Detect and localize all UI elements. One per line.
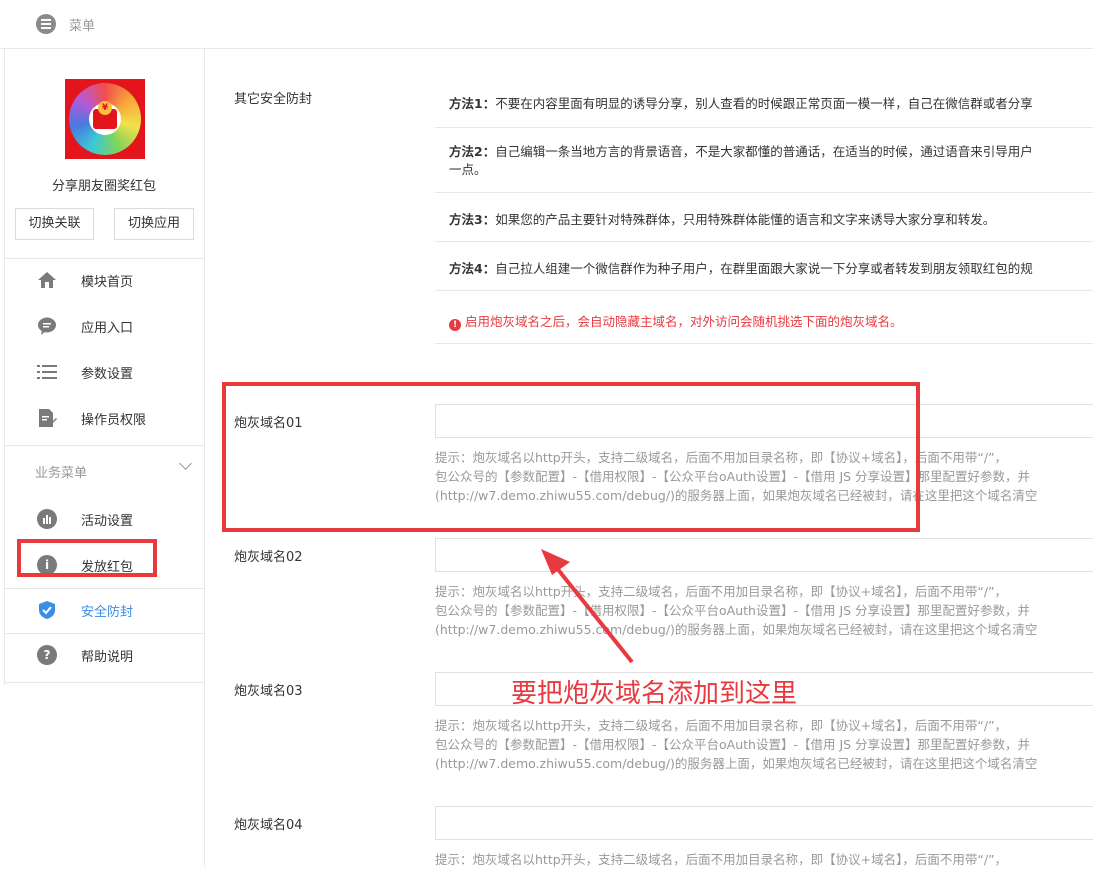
- chart-icon: [37, 509, 57, 529]
- menu-label[interactable]: 菜单: [69, 15, 95, 34]
- chat-icon: [37, 316, 57, 336]
- method-row: 方法1：不要在内容里面有明显的诱导分享，别人查看的时候跟正常页面一模一样，自己在…: [435, 77, 1093, 128]
- menu-icon[interactable]: [36, 14, 56, 34]
- warning-icon: !: [449, 319, 461, 331]
- sidebar-divider: [4, 258, 204, 259]
- switch-app-button[interactable]: 切换应用: [114, 208, 194, 240]
- sidebar-item-module-home[interactable]: 模块首页: [4, 263, 204, 297]
- sidebar-item-label: 操作员权限: [81, 413, 147, 428]
- sidebar-item-app-entry[interactable]: 应用入口: [4, 309, 204, 343]
- domain-02-input[interactable]: [435, 538, 1093, 572]
- shield-check-icon: [37, 600, 57, 620]
- sidebar-item-operator-permissions[interactable]: 操作员权限: [4, 401, 204, 435]
- sidebar-divider: [4, 633, 204, 634]
- sidebar-item-label: 参数设置: [81, 367, 134, 382]
- method-2-text: 方法2：自己编辑一条当地方言的背景语音，不是大家都懂的普通话，在适当的时候，通过…: [449, 144, 1033, 177]
- domain-04-hint: 提示：炮灰域名以http开头，支持二级域名，后面不用加目录名称，即【协议+域名】…: [435, 852, 1008, 867]
- sidebar-item-label: 模块首页: [81, 275, 134, 290]
- method-4-text: 方法4：自己拉人组建一个微信群作为种子用户，在群里面跟大家说一下分享或者转发到朋…: [449, 261, 1033, 276]
- sidebar-divider: [4, 588, 204, 589]
- annotation-text: 要把炮灰域名添加到这里: [511, 679, 798, 709]
- home-icon: [37, 270, 57, 290]
- warning-text: ! 启用炮灰域名之后，会自动隐藏主域名，对外访问会随机挑选下面的炮灰域名。: [449, 311, 903, 331]
- domain-03-label: 炮灰域名03: [234, 684, 303, 699]
- sidebar-item-params[interactable]: 参数设置: [4, 355, 204, 389]
- domain-04-input[interactable]: [435, 806, 1093, 840]
- app-name: 分享朋友圈奖红包: [51, 179, 156, 194]
- domain-02-label: 炮灰域名02: [234, 550, 303, 565]
- top-bar: 菜单: [0, 0, 1093, 49]
- sidebar-item-label: 应用入口: [81, 321, 134, 336]
- method-row: 方法4：自己拉人组建一个微信群作为种子用户，在群里面跟大家说一下分享或者转发到朋…: [435, 242, 1093, 291]
- sidebar-divider: [4, 682, 204, 683]
- sidebar-item-help[interactable]: ? 帮助说明: [4, 638, 204, 672]
- chevron-down-icon[interactable]: [179, 457, 192, 470]
- domain-04-label: 炮灰域名04: [234, 818, 303, 833]
- sidebar-item-label: 安全防封: [81, 605, 134, 620]
- business-menu-label[interactable]: 业务菜单: [35, 462, 87, 481]
- method-3-text: 方法3：如果您的产品主要针对特殊群体，只用特殊群体能懂的语言和文字来诱导大家分享…: [449, 212, 996, 227]
- method-1-text: 方法1：不要在内容里面有明显的诱导分享，别人查看的时候跟正常页面一模一样，自己在…: [449, 96, 1033, 111]
- warning-row: ! 启用炮灰域名之后，会自动隐藏主域名，对外访问会随机挑选下面的炮灰域名。: [435, 291, 1093, 344]
- method-row: 方法3：如果您的产品主要针对特殊群体，只用特殊群体能懂的语言和文字来诱导大家分享…: [435, 193, 1093, 242]
- active-item-highlight-box: [17, 539, 157, 577]
- method-row: 方法2：自己编辑一条当地方言的背景语音，不是大家都懂的普通话，在适当的时候，通过…: [435, 128, 1093, 193]
- sidebar-item-label: 帮助说明: [81, 650, 134, 665]
- switch-link-button[interactable]: 切换关联: [15, 208, 94, 240]
- document-edit-icon: [37, 408, 57, 428]
- sidebar-item-activity-settings[interactable]: 活动设置: [4, 502, 204, 536]
- sidebar-item-security[interactable]: 安全防封: [4, 593, 204, 627]
- other-security-label: 其它安全防封: [234, 92, 313, 107]
- list-icon: [37, 362, 57, 382]
- annotation-highlight-box: [222, 382, 920, 532]
- yuan-coin-icon: ¥: [98, 101, 112, 115]
- domain-02-hint: 提示：炮灰域名以http开头，支持二级域名，后面不用加目录名称，即【协议+域名】…: [435, 584, 1038, 637]
- sidebar: ¥ 分享朋友圈奖红包 切换关联 切换应用 模块首页 应用入口 参数设置 操作员权…: [4, 49, 205, 867]
- sidebar-divider: [4, 445, 204, 446]
- question-icon: ?: [37, 645, 57, 665]
- domain-03-hint: 提示：炮灰域名以http开头，支持二级域名，后面不用加目录名称，即【协议+域名】…: [435, 718, 1038, 771]
- sidebar-item-label: 活动设置: [81, 514, 134, 529]
- app-logo: ¥: [65, 79, 145, 159]
